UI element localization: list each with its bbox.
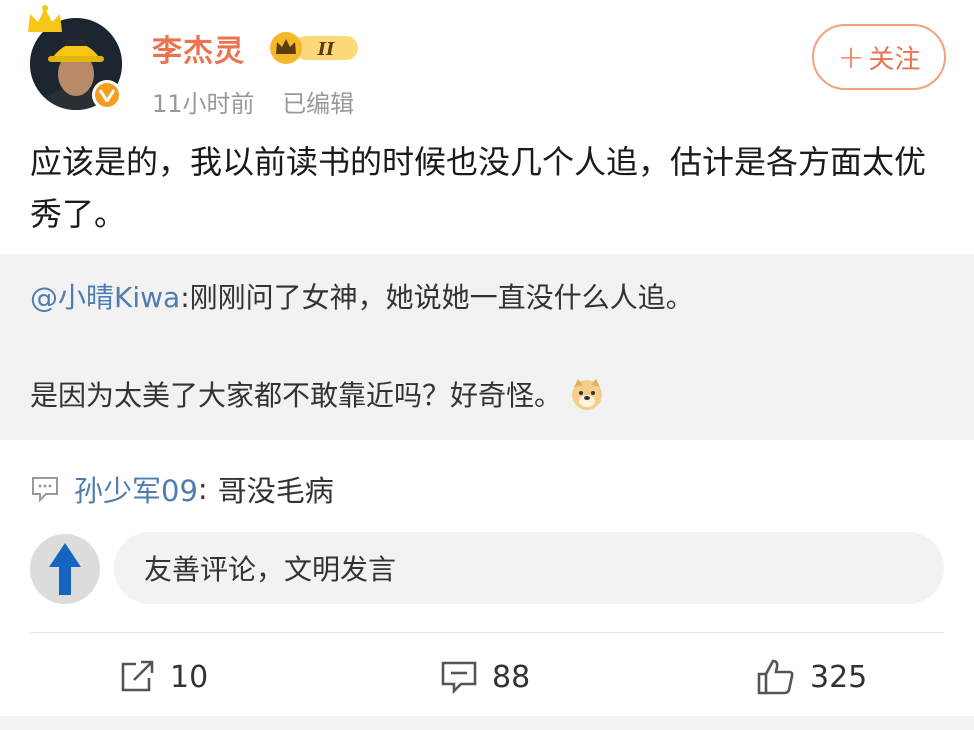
arrow-up-icon [49, 543, 81, 595]
post-meta: 11小时前 已编辑 [152, 84, 374, 119]
like-count: 325 [810, 659, 868, 695]
like-button[interactable]: 325 [756, 650, 867, 704]
quoted-text-2: 是因为太美了大家都不敢靠近吗？好奇怪。 [30, 379, 563, 412]
divider [30, 632, 944, 633]
quoted-line-2: 是因为太美了大家都不敢靠近吗？好奇怪。 [30, 374, 604, 414]
quoted-mention[interactable]: @小晴Kiwa [30, 281, 180, 314]
reply-text: 哥没毛病 [217, 474, 334, 508]
quoted-post[interactable]: @小晴Kiwa:刚刚问了女神，她说她一直没什么人追。 是因为太美了大家都不敢靠近… [0, 254, 974, 440]
reply-separator: : [197, 472, 208, 506]
action-bar: 10 88 325 [0, 650, 974, 704]
plus-icon: + [837, 38, 865, 76]
quoted-line-1: @小晴Kiwa:刚刚问了女神，她说她一直没什么人追。 [30, 276, 694, 316]
follow-label: 关注 [868, 44, 921, 75]
comment-input[interactable]: 友善评论，文明发言 [114, 532, 944, 604]
post-time: 11小时前 [152, 90, 255, 118]
comment-bubble-icon [32, 477, 58, 503]
level-badge: II [268, 30, 364, 64]
edited-label: 已编辑 [282, 90, 355, 118]
follow-button[interactable]: + 关注 [812, 24, 946, 90]
reply-preview[interactable]: 孙少军09 : 哥没毛病 [30, 468, 334, 510]
thumbs-up-icon [757, 659, 794, 695]
share-button[interactable]: 10 [118, 650, 208, 704]
comment-icon [441, 661, 477, 695]
my-avatar[interactable] [30, 534, 100, 604]
share-count: 10 [170, 659, 209, 695]
comment-count: 88 [492, 659, 531, 695]
reply-user[interactable]: 孙少军09 [74, 468, 198, 510]
post-text: 应该是的，我以前读书的时候也没几个人追，估计是各方面太优秀了。 [30, 143, 927, 233]
share-icon [121, 660, 154, 692]
bottom-separator [0, 716, 974, 730]
quoted-text-1: :刚刚问了女神，她说她一直没什么人追。 [180, 281, 694, 314]
crown-icon [28, 5, 62, 32]
post-header: 李杰灵 II 11小时前 已编辑 + 关注 [0, 0, 974, 130]
doge-emoji-icon [572, 379, 603, 410]
comment-button[interactable]: 88 [440, 650, 530, 704]
author-name[interactable]: 李杰灵 [152, 26, 245, 70]
level-badge-text: II [317, 39, 335, 60]
verified-badge-icon [92, 80, 122, 110]
